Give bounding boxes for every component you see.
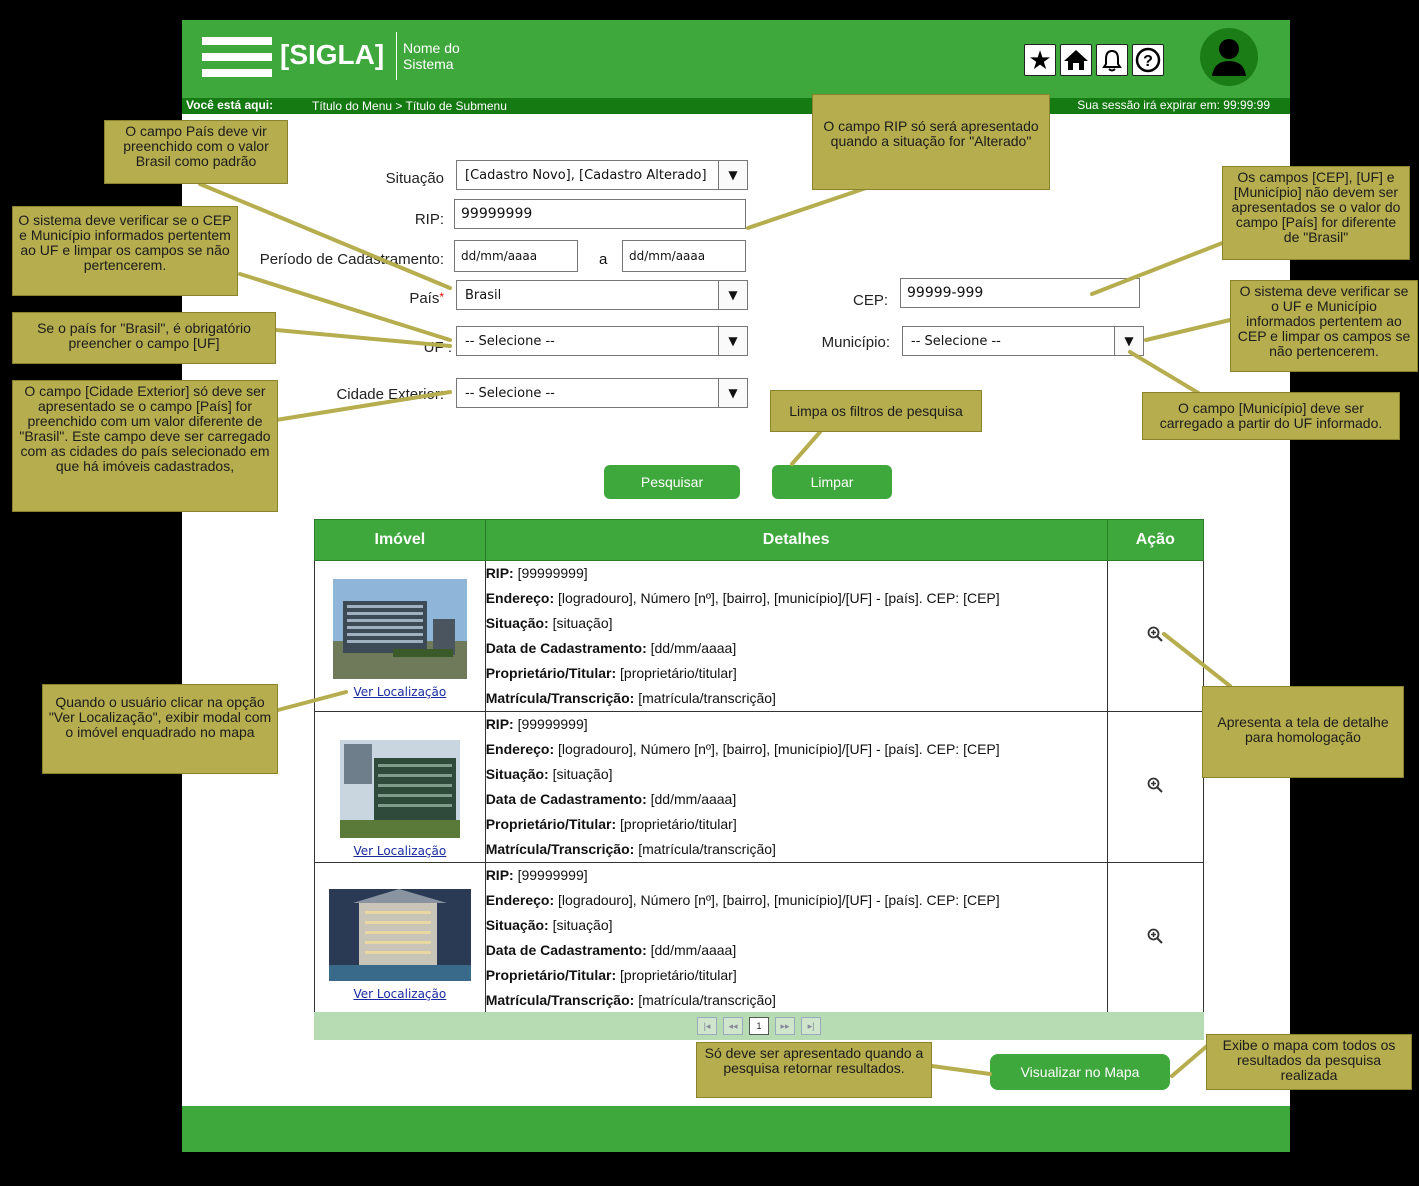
annotation-note: Quando o usuário clicar na opção "Ver Lo… bbox=[42, 684, 278, 774]
annotation-note: O sistema deve verificar se o CEP e Muni… bbox=[12, 206, 238, 296]
annotation-note: O campo País deve vir preenchido com o v… bbox=[104, 120, 288, 184]
annotation-note: O campo [Município] deve ser carregado a… bbox=[1142, 392, 1400, 440]
annotation-note: Se o país for "Brasil", é obrigatório pr… bbox=[12, 312, 276, 364]
annotation-note: Exibe o mapa com todos os resultados da … bbox=[1206, 1034, 1412, 1090]
annotation-note: O sistema deve verificar se o UF e Munic… bbox=[1230, 280, 1418, 372]
annotation-note: O campo [Cidade Exterior] só deve ser ap… bbox=[12, 380, 278, 512]
annotation-note: Os campos [CEP], [UF] e [Município] não … bbox=[1222, 166, 1410, 260]
annotation-note: Limpa os filtros de pesquisa bbox=[770, 390, 982, 432]
annotation-note: Só deve ser apresentado quando a pesquis… bbox=[696, 1042, 932, 1098]
annotation-note: Apresenta a tela de detalhe para homolog… bbox=[1202, 686, 1404, 778]
annotation-note: O campo RIP só será apresentado quando a… bbox=[812, 94, 1050, 190]
